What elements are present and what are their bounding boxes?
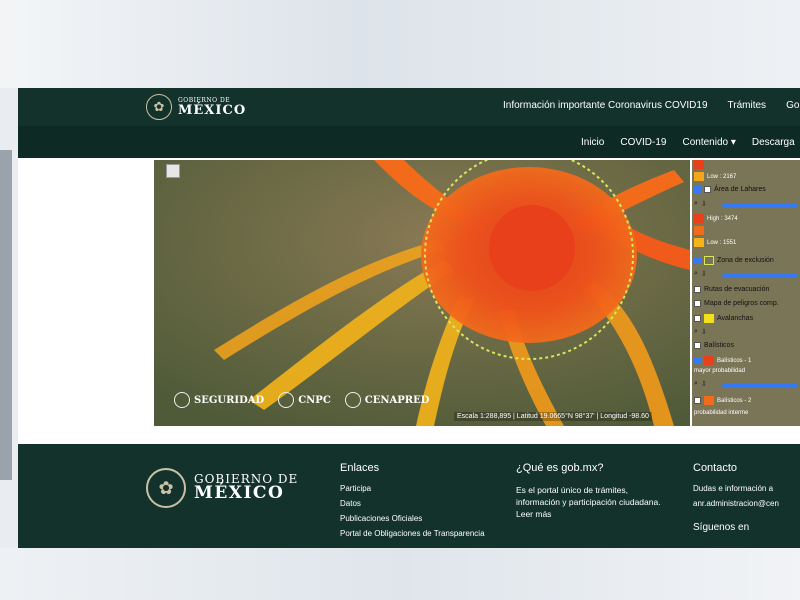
legend-row: Low : 1551 [694,238,736,247]
zoom-icon[interactable]: ⌕ [694,270,698,278]
opacity-slider[interactable] [722,384,798,387]
nav-gobierno[interactable]: Gobi [786,100,800,111]
legend-row: Low : 2167 [694,172,736,181]
checkbox[interactable] [694,186,701,193]
shared-screen: ✿ GOBIERNO DE MÉXICO Información importa… [18,88,800,548]
legend-row: probabilidad interme [694,410,749,416]
eagle-seal-icon: ✿ [146,94,172,120]
footer-link-datos[interactable]: Datos [340,499,485,508]
checkbox[interactable] [694,257,701,264]
footer-logo[interactable]: ✿ GOBIERNO DE MÉXICO [146,468,298,508]
footer-contact: Contacto Dudas e información a anr.admin… [693,462,800,539]
logo-big-text: MÉXICO [178,102,247,118]
checkbox[interactable] [704,186,711,193]
checkbox[interactable] [694,357,701,364]
download-icon[interactable]: ⇩ [701,200,707,208]
checkbox[interactable] [694,286,701,293]
footer-contact-text: Dudas e información a [693,484,774,493]
footer-link-participa[interactable]: Participa [340,484,485,493]
nav-contenido[interactable]: Contenido ▾ [682,137,735,148]
gobierno-logo[interactable]: ✿ GOBIERNO DE MÉXICO [146,94,246,120]
layers-grid-button[interactable] [166,164,180,178]
footer-logo-big: MÉXICO [194,483,285,504]
layer-tools: ⌕ ⇩ [694,328,707,336]
sub-nav-bar: Inicio COVID-19 Contenido ▾ Descarga [18,126,800,158]
agency-logos: SEGURIDAD CNPC CENAPRED [174,392,429,408]
map-graphic [154,160,690,426]
sub-nav: Inicio COVID-19 Contenido ▾ Descarga [581,137,795,148]
footer-about-title: ¿Qué es gob.mx? [516,462,604,474]
layer-tools: ⌕ ⇩ [694,270,707,278]
legend-layer-avalanchas[interactable]: Avalanchas [694,314,753,323]
footer-follow: Síguenos en [693,522,750,533]
legend-row [694,226,704,235]
background-top [0,0,800,88]
legend-row [694,160,704,169]
footer-links-title: Enlaces [340,462,380,474]
footer-link-publicaciones[interactable]: Publicaciones Oficiales [340,514,485,523]
opacity-slider[interactable] [722,204,798,207]
eagle-seal-icon: ✿ [146,468,186,508]
agency-cenapred: CENAPRED [344,392,429,408]
checkbox[interactable] [694,300,701,307]
download-icon[interactable]: ⇩ [701,270,707,278]
footer-links: Enlaces Participa Datos Publicaciones Of… [340,462,485,544]
opacity-slider[interactable] [722,274,798,277]
legend-layer-peligros[interactable]: Mapa de peligros comp. [694,300,779,307]
layer-tools: ⌕ ⇩ [694,380,707,388]
layer-tools: ⌕ ⇩ [694,200,707,208]
legend-row: mayor probabilidad [694,368,746,374]
footer-about: ¿Qué es gob.mx? Es el portal único de tr… [516,462,666,520]
download-icon[interactable]: ⇩ [701,328,707,336]
cenapred-seal-icon [344,392,361,408]
legend-layer-exclusion[interactable]: Zona de exclusión [694,256,774,265]
checkbox[interactable] [694,397,701,404]
checkbox[interactable] [694,342,701,349]
download-icon[interactable]: ⇩ [701,380,707,388]
scale-coordinates: Escala 1:288,895 | Latitud 19.0665°N 98°… [454,412,652,421]
legend-row: High : 3474 [694,214,738,223]
cnpc-seal-icon [278,392,295,408]
nav-tramites[interactable]: Trámites [728,100,767,111]
agency-cnpc: CNPC [278,392,331,408]
legend-layer-balisticos-1[interactable]: Balísticos - 1 [694,356,751,365]
zoom-icon[interactable]: ⌕ [694,380,698,388]
footer-link-transparencia[interactable]: Portal de Obligaciones de Transparencia [340,529,485,538]
legend-layer-balisticos-2[interactable]: Balísticos - 2 [694,396,751,405]
agency-seguridad: SEGURIDAD [174,392,264,408]
legend-layer-lahares[interactable]: Área de Lahares [694,186,766,193]
site-footer: ✿ GOBIERNO DE MÉXICO Enlaces Participa D… [18,444,800,548]
footer-about-text: Es el portal único de trámites, informac… [516,485,661,519]
zoom-icon[interactable]: ⌕ [694,328,698,336]
checkbox[interactable] [694,315,701,322]
volcano-hazard-map[interactable]: SEGURIDAD CNPC CENAPRED Escala 1:288,895… [154,160,690,426]
layer-legend-panel: Low : 2167 Área de Lahares ⌕ ⇩ High : 34… [692,160,800,426]
top-header: ✿ GOBIERNO DE MÉXICO Información importa… [18,88,800,126]
nav-covid-info[interactable]: Información importante Coronavirus COVID… [503,100,708,111]
background-left-strip [0,150,12,480]
seguridad-seal-icon [174,392,190,408]
nav-descargas[interactable]: Descarga [752,137,795,148]
nav-inicio[interactable]: Inicio [581,137,604,148]
legend-layer-rutas[interactable]: Rutas de evacuación [694,286,769,293]
top-nav: Información importante Coronavirus COVID… [503,100,800,111]
footer-contact-email[interactable]: anr.administracion@cen [693,499,800,508]
footer-contact-title: Contacto [693,462,738,474]
zoom-icon[interactable]: ⌕ [694,200,698,208]
background-bottom [0,548,800,600]
nav-covid19[interactable]: COVID-19 [620,137,666,148]
legend-layer-balisticos[interactable]: Balísticos [694,342,734,349]
